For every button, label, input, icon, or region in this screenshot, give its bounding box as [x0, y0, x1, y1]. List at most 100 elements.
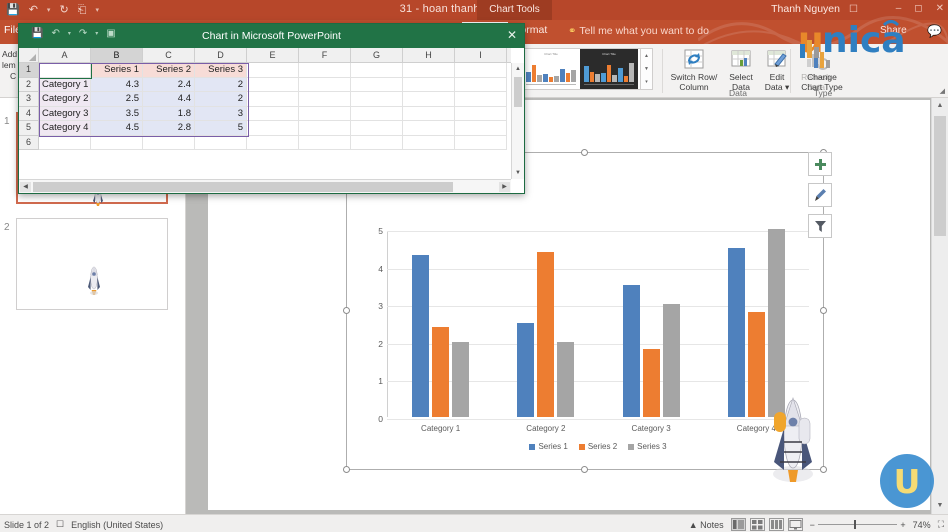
chart-filters-button[interactable] — [808, 214, 832, 238]
cell-E1[interactable] — [247, 63, 299, 78]
bar-series-2-3[interactable] — [643, 349, 660, 417]
cell-F1[interactable] — [299, 63, 351, 78]
view-reading[interactable] — [769, 518, 784, 531]
row-header-4[interactable]: 4 — [19, 107, 39, 122]
cell-G2[interactable] — [351, 78, 403, 93]
cell-E3[interactable] — [247, 92, 299, 107]
cell-D3[interactable]: 2 — [195, 92, 247, 107]
slide-thumbnail-2[interactable] — [16, 218, 168, 310]
cell-A1[interactable] — [39, 63, 91, 78]
legend-item[interactable]: Series 3 — [628, 442, 666, 451]
excel-hscroll-thumb[interactable] — [33, 182, 453, 192]
select-all-corner[interactable] — [19, 48, 39, 62]
fit-slide-icon[interactable]: ⛶ — [938, 519, 944, 530]
bar-series-1-3[interactable] — [623, 285, 640, 417]
chart-style-thumb-dark[interactable]: Chart Title — [580, 49, 638, 89]
bar-series-1-2[interactable] — [517, 323, 534, 417]
row-header-6[interactable]: 6 — [19, 136, 39, 151]
cell-E5[interactable] — [247, 121, 299, 136]
row-header-5[interactable]: 5 — [19, 121, 39, 136]
cell-G3[interactable] — [351, 92, 403, 107]
column-header-E[interactable]: E — [247, 48, 299, 62]
gallery-scroll-up-icon[interactable]: ▲ — [644, 53, 649, 59]
cell-B6[interactable] — [91, 136, 143, 151]
cell-I1[interactable] — [455, 63, 507, 78]
excel-horizontal-scrollbar[interactable]: ◀ ▶ — [19, 179, 511, 193]
cell-H5[interactable] — [403, 121, 455, 136]
cell-I2[interactable] — [455, 78, 507, 93]
excel-vscroll-thumb[interactable] — [514, 77, 522, 107]
view-slide-sorter[interactable] — [750, 518, 765, 531]
bar-series-1-4[interactable] — [728, 248, 745, 417]
chart-elements-button[interactable] — [808, 152, 832, 176]
legend-item[interactable]: Series 2 — [579, 442, 617, 451]
excel-grid[interactable]: ABCDEFGHI 1Series 1Series 2Series 32Cate… — [19, 48, 524, 193]
cell-E6[interactable] — [247, 136, 299, 151]
bar-series-3-3[interactable] — [663, 304, 680, 417]
cell-I6[interactable] — [455, 136, 507, 151]
column-header-H[interactable]: H — [403, 48, 455, 62]
resize-handle-ml[interactable] — [343, 307, 350, 314]
row-header-2[interactable]: 2 — [19, 78, 39, 93]
bar-series-2-1[interactable] — [432, 327, 449, 417]
cell-D5[interactable]: 5 — [195, 121, 247, 136]
cell-C5[interactable]: 2.8 — [143, 121, 195, 136]
cell-E2[interactable] — [247, 78, 299, 93]
cell-I4[interactable] — [455, 107, 507, 122]
select-data-button[interactable]: Select Data — [722, 46, 760, 92]
cell-B3[interactable]: 2.5 — [91, 92, 143, 107]
cell-D6[interactable] — [195, 136, 247, 151]
excel-datasheet-window[interactable]: 💾 ↶ ▾ ↷ ▾ ▣ Chart in Microsoft PowerPoin… — [18, 23, 525, 194]
chart-styles-gallery[interactable]: Chart Title Chart Title — [521, 48, 641, 90]
cell-A5[interactable]: Category 4 — [39, 121, 91, 136]
view-normal[interactable] — [731, 518, 746, 531]
accessibility-check-icon[interactable]: ☐ — [56, 519, 64, 530]
resize-handle-bc[interactable] — [581, 466, 588, 473]
cell-F5[interactable] — [299, 121, 351, 136]
chart-plot-area[interactable]: 012345 Category 1Category 2Category 3Cat… — [387, 231, 809, 417]
zoom-out-button[interactable]: − — [810, 520, 815, 530]
resize-handle-mr[interactable] — [820, 307, 827, 314]
excel-scroll-left-icon[interactable]: ◀ — [20, 182, 31, 192]
excel-rows[interactable]: 1Series 1Series 2Series 32Category 14.32… — [19, 63, 511, 179]
bar-series-3-2[interactable] — [557, 342, 574, 417]
cell-B1[interactable]: Series 1 — [91, 63, 143, 78]
cell-C2[interactable]: 2.4 — [143, 78, 195, 93]
zoom-in-button[interactable]: + — [900, 520, 905, 530]
bar-series-2-4[interactable] — [748, 312, 765, 417]
cell-D1[interactable]: Series 3 — [195, 63, 247, 78]
cell-G1[interactable] — [351, 63, 403, 78]
excel-title-bar[interactable]: 💾 ↶ ▾ ↷ ▾ ▣ Chart in Microsoft PowerPoin… — [19, 24, 524, 48]
cell-G5[interactable] — [351, 121, 403, 136]
chart-legend[interactable]: Series 1Series 2Series 3 — [387, 442, 809, 451]
cell-G6[interactable] — [351, 136, 403, 151]
cell-G4[interactable] — [351, 107, 403, 122]
cell-B5[interactable]: 4.5 — [91, 121, 143, 136]
resize-handle-br[interactable] — [820, 466, 827, 473]
excel-scroll-right-icon[interactable]: ▶ — [499, 182, 510, 192]
gallery-scroll-down-icon[interactable]: ▼ — [644, 66, 649, 72]
cell-B2[interactable]: 4.3 — [91, 78, 143, 93]
cell-H2[interactable] — [403, 78, 455, 93]
view-slideshow[interactable] — [788, 518, 803, 531]
cell-I5[interactable] — [455, 121, 507, 136]
resize-handle-tc[interactable] — [581, 149, 588, 156]
cell-F4[interactable] — [299, 107, 351, 122]
row-header-3[interactable]: 3 — [19, 92, 39, 107]
notes-button[interactable]: ▲ Notes — [689, 520, 724, 530]
cell-D4[interactable]: 3 — [195, 107, 247, 122]
switch-row-column-button[interactable]: Switch Row/ Column — [666, 46, 722, 92]
cell-H4[interactable] — [403, 107, 455, 122]
cell-F3[interactable] — [299, 92, 351, 107]
scroll-up-icon[interactable]: ▲ — [932, 98, 948, 114]
chart-styles-button[interactable] — [808, 183, 832, 207]
cell-A3[interactable]: Category 2 — [39, 92, 91, 107]
language-indicator[interactable]: English (United States) — [71, 520, 163, 530]
rocket-icon-slide[interactable] — [768, 392, 818, 484]
gallery-more-icon[interactable]: ▾ — [645, 79, 648, 85]
resize-handle-bl[interactable] — [343, 466, 350, 473]
excel-close-button[interactable]: ✕ — [507, 28, 517, 42]
cell-D2[interactable]: 2 — [195, 78, 247, 93]
bar-series-2-2[interactable] — [537, 252, 554, 417]
column-header-D[interactable]: D — [195, 48, 247, 62]
